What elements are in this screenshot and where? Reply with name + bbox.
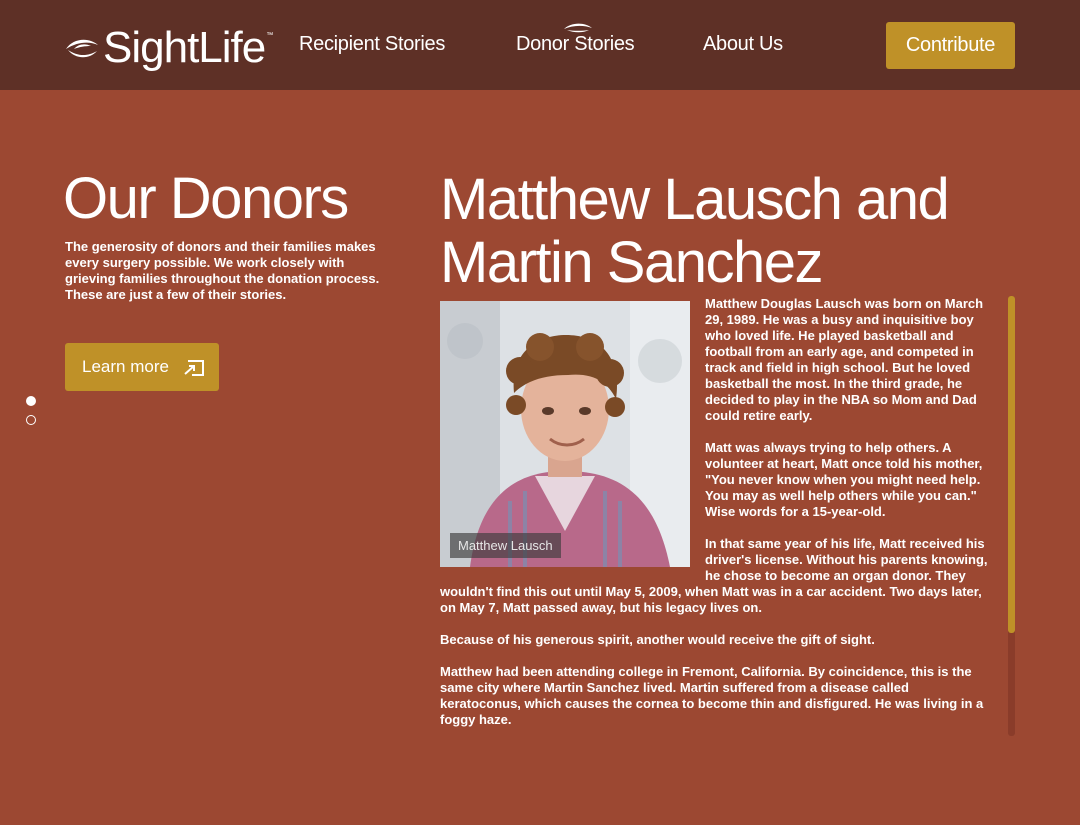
section-intro: The generosity of donors and their famil… xyxy=(65,239,380,302)
slide-dot-2[interactable] xyxy=(26,415,36,425)
story-title: Matthew Lausch and Martin Sanchez xyxy=(440,167,950,295)
logo-wordmark: SightLife xyxy=(103,23,266,72)
photo-caption: Matthew Lausch xyxy=(450,533,561,558)
learn-more-label: Learn more xyxy=(82,357,169,376)
top-navigation-bar: SightLife ™ Recipient Stories Donor Stor… xyxy=(0,0,1080,90)
trademark-symbol: ™ xyxy=(266,32,274,39)
story-paragraph-4: Because of his generous spirit, another … xyxy=(440,632,875,647)
nav-recipient-stories[interactable]: Recipient Stories xyxy=(299,33,445,56)
nav-donor-stories[interactable]: Donor Stories xyxy=(516,33,635,56)
portrait-illustration xyxy=(440,301,690,567)
external-link-icon xyxy=(183,357,205,377)
eye-swoosh-icon xyxy=(65,33,99,63)
contribute-button[interactable]: Contribute xyxy=(886,22,1015,69)
nav-about-us[interactable]: About Us xyxy=(703,33,783,56)
slide-dot-1[interactable] xyxy=(26,396,36,406)
donor-photo: Matthew Lausch xyxy=(440,301,690,567)
sightlife-logo[interactable]: SightLife ™ xyxy=(65,22,273,74)
section-title: Our Donors xyxy=(63,166,349,231)
story-scrollbar[interactable] xyxy=(1008,296,1015,736)
story-paragraph-5: Matthew had been attending college in Fr… xyxy=(440,664,984,727)
story-body: Matthew Lausch Matthew Douglas Lausch wa… xyxy=(440,296,992,736)
scrollbar-thumb[interactable] xyxy=(1008,296,1015,633)
learn-more-button[interactable]: Learn more xyxy=(65,343,219,391)
